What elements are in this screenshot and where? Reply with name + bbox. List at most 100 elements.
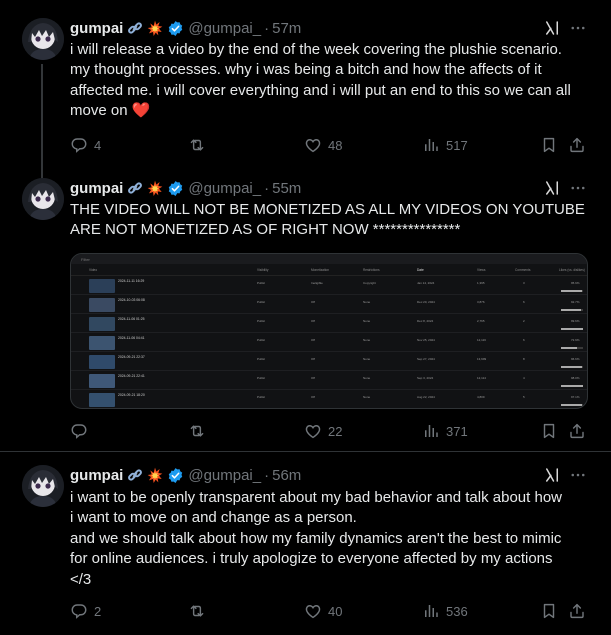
views-button[interactable]: 517 (422, 135, 468, 155)
user-handle[interactable]: @gumpai_ (188, 180, 261, 197)
row-date: Dec 8, 2024 (417, 319, 434, 323)
row-likes: 97.1% (571, 395, 580, 399)
like-icon (304, 422, 322, 440)
reply-icon (70, 602, 88, 620)
verified-badge-icon[interactable] (167, 180, 184, 197)
verified-badge-icon[interactable] (167, 467, 184, 484)
share-button[interactable] (568, 421, 586, 441)
share-icon (568, 422, 586, 440)
grok-icon[interactable] (543, 466, 561, 484)
share-button[interactable] (568, 601, 586, 621)
row-visibility: Public (257, 357, 266, 361)
video-thumbnail (89, 279, 115, 293)
filter-label: Filter (81, 256, 90, 262)
like-ratio-bar (561, 385, 583, 387)
row-monetization: Off (311, 338, 315, 342)
more-icon[interactable] (569, 19, 587, 37)
verified-badge-icon[interactable] (167, 20, 184, 37)
bookmark-button[interactable] (540, 421, 558, 441)
video-title: 2024-09-21 22:37 (118, 355, 145, 359)
media-table-row: 2024-11-06 04:41 Public Off None Nov 25, 202… (71, 333, 587, 352)
reply-icon (70, 422, 88, 440)
views-count: 536 (446, 603, 468, 619)
avatar[interactable] (22, 18, 64, 60)
media-table-row: 2024-09-21 22:41 Public Off None Sep 3, 2024… (71, 371, 587, 390)
reply-button[interactable] (70, 421, 94, 441)
row-monetization: Off (311, 319, 315, 323)
grok-icon[interactable] (543, 179, 561, 197)
col-comments: Comments (515, 267, 531, 272)
tweet-text: THE VIDEO WILL NOT BE MONETIZED AS ALL M… (70, 201, 585, 239)
timestamp[interactable]: 55m (272, 180, 301, 197)
video-thumbnail (89, 393, 115, 407)
user-handle[interactable]: @gumpai_ (188, 467, 261, 484)
avatar[interactable] (22, 178, 64, 220)
user-handle[interactable]: @gumpai_ (188, 20, 261, 37)
media-filter-bar: Filter (71, 254, 587, 264)
video-thumbnail (89, 374, 115, 388)
media-attachment[interactable]: Filter Video Visibility Monetization Res… (70, 253, 588, 409)
display-name[interactable]: gumpai (70, 467, 123, 484)
avatar[interactable] (22, 465, 64, 507)
media-table-header: Video Visibility Monetization Restrictio… (71, 264, 587, 276)
row-date: Nov 25, 2024 (417, 338, 435, 342)
display-name[interactable]: gumpai (70, 20, 123, 37)
like-ratio-bar (561, 290, 583, 292)
tweet-header: gumpai @gumpai_ · 55m (70, 178, 301, 198)
share-icon (568, 602, 586, 620)
row-likes: 96.6% (571, 357, 580, 361)
video-title: 2024-11-06 04:41 (118, 336, 145, 340)
repost-button[interactable] (188, 135, 212, 155)
row-visibility: Public (257, 281, 266, 285)
views-button[interactable]: 371 (422, 421, 468, 441)
views-icon (422, 602, 440, 620)
bookmark-icon (540, 602, 558, 620)
thread-line (41, 64, 43, 180)
timestamp[interactable]: 57m (272, 20, 301, 37)
like-button[interactable]: 48 (304, 135, 342, 155)
col-date: Date (417, 267, 424, 272)
row-monetization: Off (311, 300, 315, 304)
bookmark-button[interactable] (540, 601, 558, 621)
row-visibility: Public (257, 319, 266, 323)
col-restrictions: Restrictions (363, 267, 380, 272)
tweet-1[interactable]: gumpai @gumpai_ · 57m i will release a v… (0, 0, 611, 180)
bookmark-button[interactable] (540, 135, 558, 155)
views-count: 371 (446, 423, 468, 439)
row-date: Aug 22, 2024 (417, 395, 435, 399)
row-likes: 98.0% (571, 376, 580, 380)
views-button[interactable]: 536 (422, 601, 468, 621)
row-restriction: None (363, 357, 371, 361)
row-date: Sep 3, 2024 (417, 376, 434, 380)
repost-button[interactable] (188, 601, 212, 621)
repost-button[interactable] (188, 421, 212, 441)
more-icon[interactable] (569, 179, 587, 197)
like-ratio-bar (561, 328, 583, 330)
like-count: 40 (328, 603, 343, 619)
row-comments: 8 (523, 357, 525, 361)
row-views: 1,395 (477, 281, 485, 285)
like-button[interactable]: 40 (304, 601, 342, 621)
row-comments: 6 (523, 300, 525, 304)
like-button[interactable]: 22 (304, 421, 342, 441)
video-thumbnail (89, 355, 115, 369)
grok-icon[interactable] (543, 19, 561, 37)
row-date: Dec 20, 2024 (417, 300, 435, 304)
row-restriction: None (363, 338, 371, 342)
display-name[interactable]: gumpai (70, 180, 123, 197)
tweet-3[interactable]: gumpai @gumpai_ · 56m i want to be openl… (0, 452, 611, 635)
timestamp[interactable]: 56m (272, 467, 301, 484)
share-button[interactable] (568, 135, 586, 155)
row-restriction: None (363, 300, 371, 304)
media-table-row: 2024-10-03 06:08 Public Off None Dec 20, 202… (71, 295, 587, 314)
collision-icon (147, 180, 163, 196)
row-visibility: Public (257, 300, 266, 304)
row-comments: 5 (523, 395, 525, 399)
reply-button[interactable]: 4 (70, 135, 101, 155)
row-likes: 99.6% (571, 319, 580, 323)
row-monetization: Off (311, 376, 315, 380)
reply-button[interactable]: 2 (70, 601, 101, 621)
video-title: 2024-11-11 16:29 (118, 279, 145, 283)
more-icon[interactable] (569, 466, 587, 484)
row-views: 12,116 (477, 338, 486, 342)
